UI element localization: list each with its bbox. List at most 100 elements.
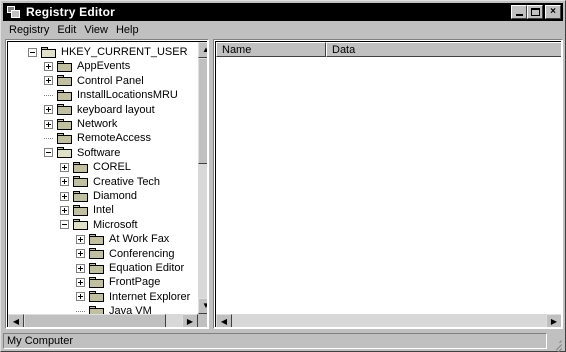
tree-item-label: COREL (93, 161, 131, 174)
menu-bar: Registry Edit View Help (3, 21, 563, 38)
scrollbar-corner (198, 314, 207, 327)
expand-icon[interactable] (44, 76, 53, 86)
scroll-left-icon: ◀ (12, 317, 20, 326)
tree-item-label: Conferencing (109, 247, 175, 260)
expand-icon[interactable] (44, 119, 53, 129)
column-header-data[interactable]: Data (326, 42, 561, 57)
tree-item[interactable]: Java VM (76, 304, 153, 314)
tree-item-label: Creative Tech (93, 175, 161, 188)
menu-edit[interactable]: Edit (53, 24, 80, 36)
folder-icon (57, 118, 73, 130)
close-button[interactable]: × (545, 5, 561, 19)
tree-item[interactable]: HKEY_CURRENT_USER (28, 45, 189, 59)
scroll-up-button[interactable]: ▲ (198, 42, 207, 58)
tree-item-label: RemoteAccess (77, 132, 151, 145)
expand-icon[interactable] (76, 234, 85, 244)
folder-icon (73, 190, 89, 202)
folder-icon (89, 305, 105, 314)
folder-icon (57, 60, 73, 72)
tree-item[interactable]: Control Panel (44, 74, 145, 88)
scroll-down-icon: ▼ (202, 302, 207, 310)
registry-editor-window: Registry Editor × Registry Edit View Hel… (0, 0, 566, 352)
scroll-left-icon: ◀ (220, 317, 228, 326)
folder-icon (57, 132, 73, 144)
tree-connector (44, 137, 53, 139)
tree-item[interactable]: Microsoft (60, 218, 139, 232)
expand-icon[interactable] (60, 191, 69, 201)
tree-item[interactable]: At Work Fax (76, 232, 170, 246)
open-folder-icon (73, 219, 89, 231)
resize-grip-icon[interactable] (549, 336, 563, 352)
expand-icon[interactable] (76, 292, 85, 302)
folder-icon (73, 161, 89, 173)
tree-item[interactable]: Intel (60, 203, 115, 217)
tree-item-label: Network (77, 118, 118, 130)
title-bar[interactable]: Registry Editor × (3, 3, 563, 21)
maximize-button[interactable] (527, 5, 543, 19)
tree-vertical-scrollbar[interactable]: ▲ ▼ (198, 42, 207, 314)
expand-icon[interactable] (44, 105, 53, 115)
collapse-icon[interactable] (28, 47, 37, 57)
values-list-pane: Name Data ◀ ▶ (213, 39, 563, 329)
key-tree-pane: HKEY_CURRENT_USER AppEvents Control Panel I… (5, 39, 209, 329)
tree-connector (44, 94, 53, 96)
minimize-button[interactable] (511, 5, 527, 19)
folder-icon (89, 248, 105, 260)
folder-icon (73, 204, 89, 216)
tree-item-label: Control Panel (77, 74, 144, 87)
folder-icon (57, 89, 73, 101)
tree-item[interactable]: Internet Explorer (76, 290, 191, 304)
tree-item[interactable]: FrontPage (76, 275, 161, 289)
tree-item[interactable]: COREL (60, 160, 132, 174)
open-folder-icon (41, 46, 57, 58)
tree-item[interactable]: Creative Tech (60, 175, 161, 189)
expand-icon[interactable] (60, 205, 69, 215)
tree-item-label: keyboard layout (77, 103, 155, 116)
menu-view[interactable]: View (80, 24, 112, 36)
list-scroll-left-button[interactable]: ◀ (216, 314, 232, 327)
tree-horizontal-scrollbar[interactable]: ◀ ▶ (8, 314, 198, 327)
list-horizontal-scrollbar[interactable]: ◀ ▶ (216, 314, 561, 327)
tree-item-label: FrontPage (109, 276, 161, 289)
expand-icon[interactable] (76, 277, 85, 287)
column-header-name[interactable]: Name (216, 42, 326, 57)
scroll-right-icon: ▶ (186, 317, 194, 326)
tree-vertical-scroll-thumb[interactable] (198, 58, 207, 164)
window-title: Registry Editor (26, 5, 116, 19)
expand-icon[interactable] (44, 61, 53, 71)
tree-item-label: Internet Explorer (109, 290, 191, 303)
tree-item[interactable]: InstallLocationsMRU (44, 88, 179, 102)
minimize-icon (515, 14, 523, 16)
tree-item[interactable]: Diamond (60, 189, 138, 203)
key-tree: HKEY_CURRENT_USER AppEvents Control Panel I… (8, 42, 194, 314)
expand-icon[interactable] (76, 263, 85, 273)
status-bar: My Computer (3, 332, 563, 352)
maximize-icon (530, 8, 540, 16)
tree-scroll-left-button[interactable]: ◀ (8, 314, 24, 327)
folder-icon (89, 233, 105, 245)
tree-item-label: InstallLocationsMRU (77, 89, 178, 102)
tree-item[interactable]: Equation Editor (76, 261, 185, 275)
scroll-down-button[interactable]: ▼ (198, 298, 207, 314)
tree-item[interactable]: Network (44, 117, 118, 131)
tree-item[interactable]: Conferencing (76, 247, 175, 261)
menu-registry[interactable]: Registry (3, 24, 53, 36)
title-buttons: × (511, 5, 561, 19)
menu-help[interactable]: Help (112, 24, 143, 36)
list-scroll-right-button[interactable]: ▶ (546, 314, 561, 327)
expand-icon[interactable] (76, 249, 85, 259)
tree-item-label: Java VM (109, 305, 152, 314)
tree-item[interactable]: RemoteAccess (44, 131, 152, 145)
tree-scroll-right-button[interactable]: ▶ (182, 314, 198, 327)
tree-horizontal-scroll-thumb[interactable] (24, 314, 166, 327)
folder-icon (73, 176, 89, 188)
expand-icon[interactable] (60, 162, 69, 172)
tree-item[interactable]: keyboard layout (44, 103, 156, 117)
tree-connector (76, 310, 85, 312)
collapse-icon[interactable] (60, 220, 69, 230)
tree-item[interactable]: AppEvents (44, 59, 131, 73)
tree-item[interactable]: Software (44, 146, 121, 160)
tree-item-label: AppEvents (77, 60, 131, 73)
expand-icon[interactable] (60, 177, 69, 187)
collapse-icon[interactable] (44, 148, 53, 158)
